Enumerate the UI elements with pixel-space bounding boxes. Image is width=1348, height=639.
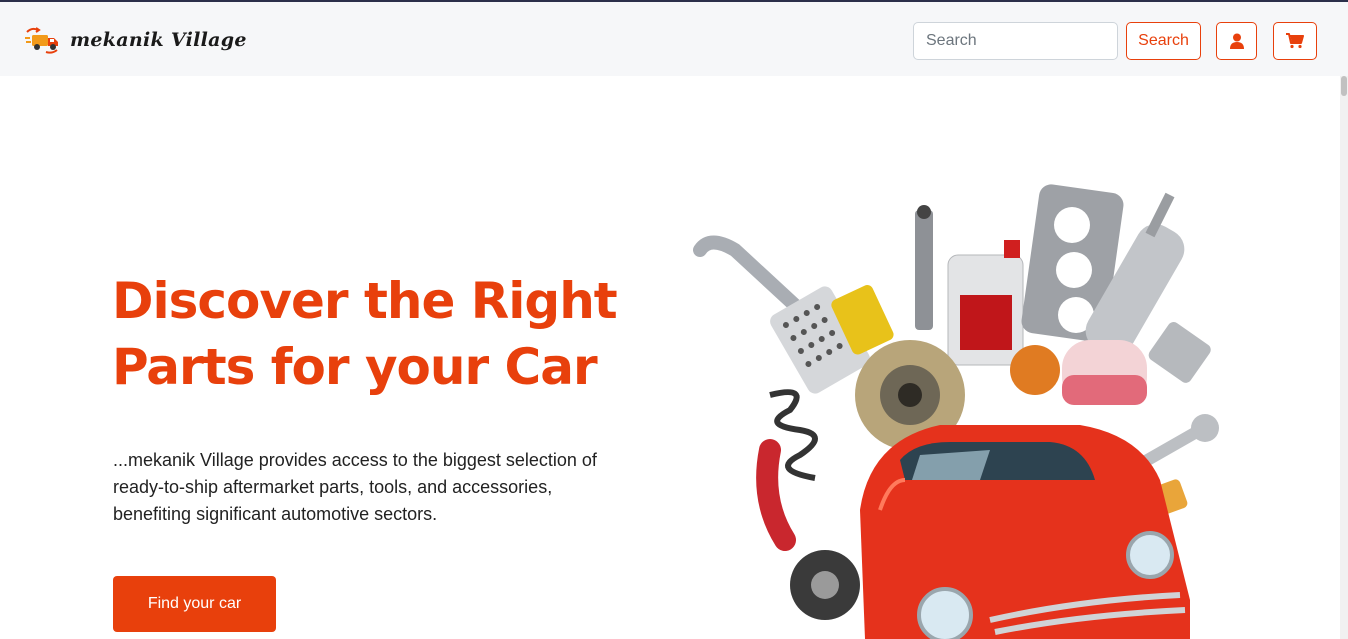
search-button[interactable]: Search bbox=[1126, 22, 1201, 60]
hero-title: Discover the Right Parts for your Car bbox=[112, 272, 618, 396]
search-input[interactable] bbox=[913, 22, 1118, 60]
delivery-truck-icon bbox=[25, 27, 58, 54]
account-button[interactable] bbox=[1216, 22, 1257, 60]
find-your-car-button[interactable]: Find your car bbox=[113, 576, 276, 632]
page-scrollbar[interactable] bbox=[1340, 76, 1348, 639]
scrollbar-thumb[interactable] bbox=[1341, 76, 1347, 96]
cart-button[interactable] bbox=[1273, 22, 1317, 60]
user-icon bbox=[1229, 33, 1244, 49]
navbar: mekanik Village Search bbox=[0, 2, 1348, 76]
car-parts-illustration bbox=[693, 184, 1219, 639]
brand-link[interactable]: mekanik Village bbox=[24, 26, 247, 54]
cart-icon bbox=[1286, 33, 1304, 49]
hero-description: ...mekanik Village provides access to th… bbox=[113, 450, 597, 524]
brand-name: mekanik Village bbox=[70, 29, 247, 51]
